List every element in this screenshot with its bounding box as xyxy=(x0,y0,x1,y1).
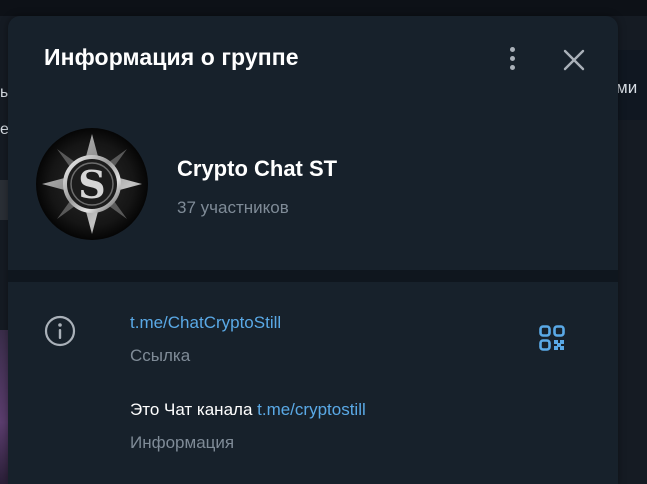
background-left-thumbnail xyxy=(0,180,8,220)
background-top-bar xyxy=(0,0,647,16)
background-left-image xyxy=(0,330,8,484)
group-info-dialog: Информация о группе S Crypto Chat ST 37 … xyxy=(8,16,618,484)
group-avatar[interactable]: S xyxy=(36,128,148,240)
section-divider xyxy=(8,270,618,282)
description-link[interactable]: t.me/cryptostill xyxy=(257,400,366,419)
avatar-letter: S xyxy=(78,162,105,207)
group-description: Это Чат канала t.me/cryptostill xyxy=(130,400,366,420)
close-icon[interactable] xyxy=(560,46,588,74)
qr-code-icon[interactable] xyxy=(539,325,565,351)
link-label: Ссылка xyxy=(130,346,191,365)
more-options-icon[interactable] xyxy=(502,46,522,74)
background-right-text: ми xyxy=(616,78,638,97)
group-members-count: 37 участников xyxy=(177,198,289,217)
dialog-title: Информация о группе xyxy=(44,44,299,70)
description-label: Информация xyxy=(130,433,235,452)
group-name: Crypto Chat ST xyxy=(177,156,338,181)
group-link[interactable]: t.me/ChatCryptoStill xyxy=(130,313,281,333)
description-text: Это Чат канала xyxy=(130,400,258,419)
info-icon xyxy=(44,315,76,347)
